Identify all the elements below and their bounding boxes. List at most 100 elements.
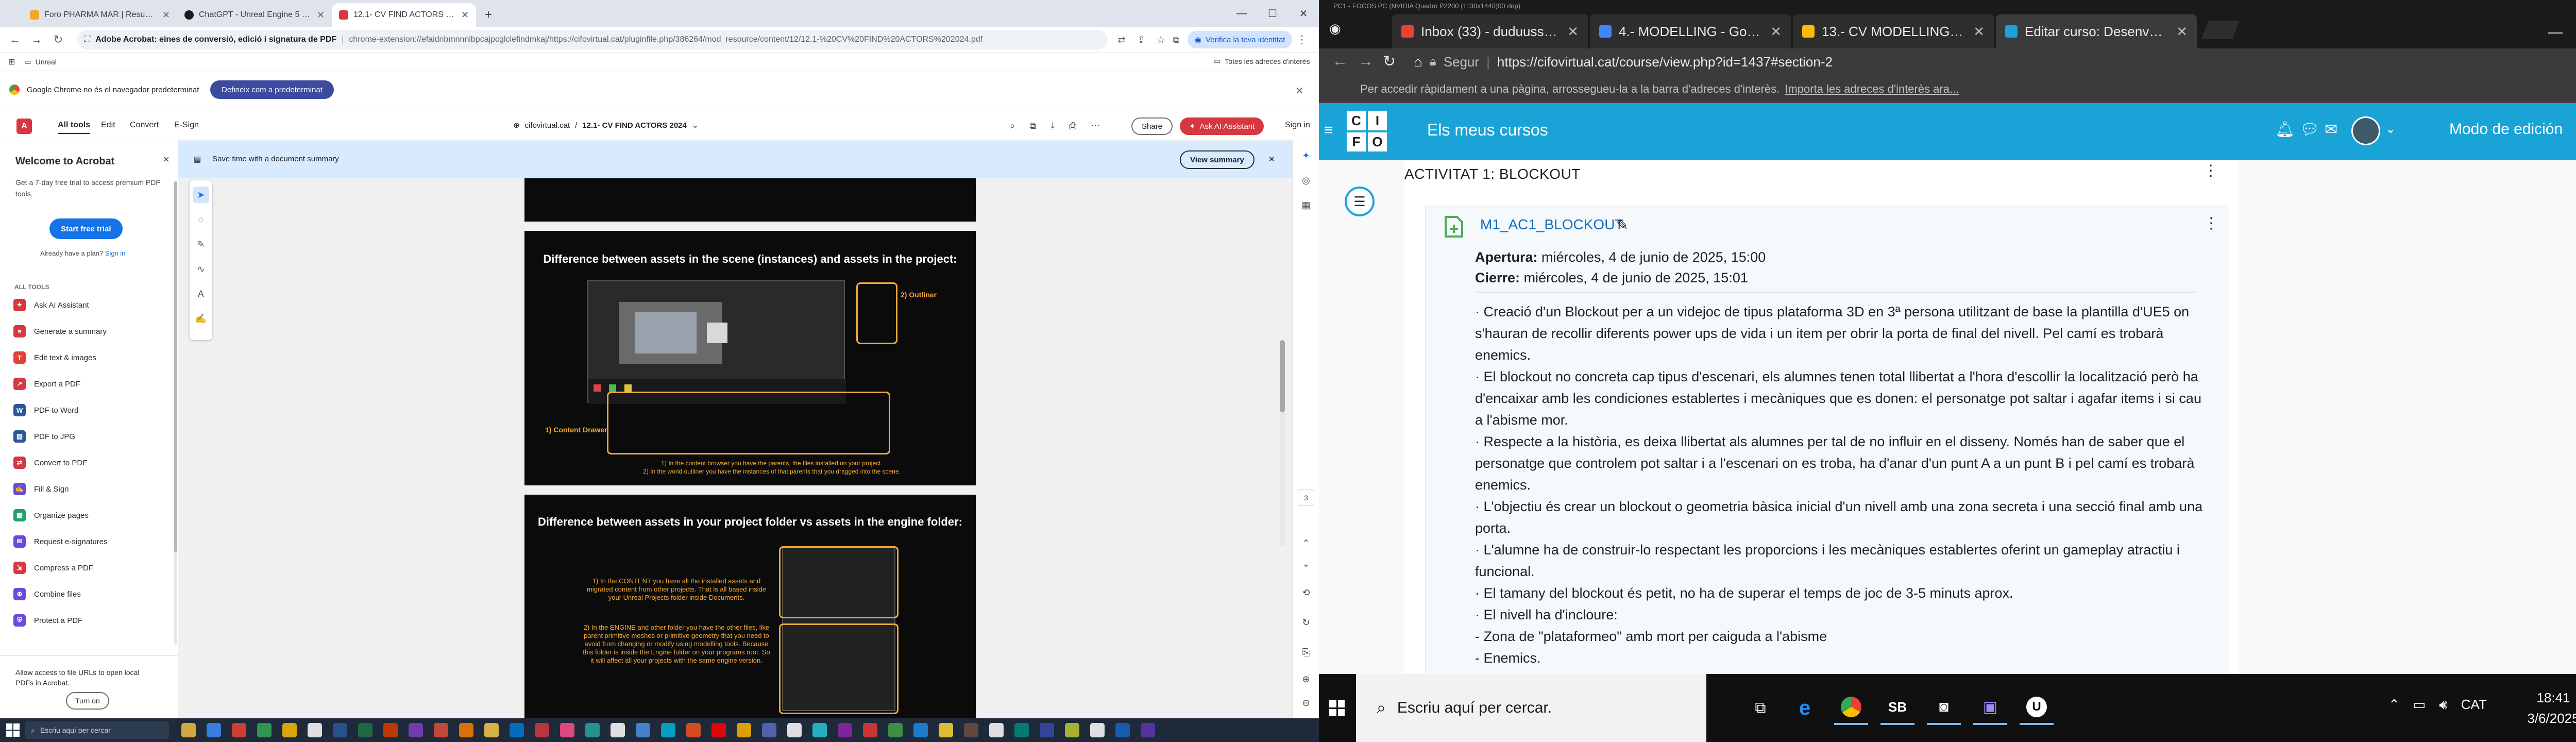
taskbar-app-icon[interactable] — [181, 723, 196, 737]
taskbar-app-icon[interactable] — [686, 723, 701, 737]
site-info-icon[interactable]: ⛶ — [84, 35, 90, 44]
document-name[interactable]: 12.1- CV FIND ACTORS 2024 — [582, 121, 687, 130]
taskbar-app-icon[interactable] — [888, 723, 903, 737]
search-icon[interactable]: ⌕ — [1010, 121, 1015, 131]
text-box-icon[interactable]: Ａ — [193, 285, 209, 302]
close-tab-icon[interactable]: ✕ — [2176, 24, 2188, 40]
taskbar-app-icon[interactable] — [257, 723, 272, 737]
taskbar-app-icon[interactable] — [863, 723, 877, 737]
my-courses-link[interactable]: Els meus cursos — [1427, 121, 1548, 140]
browser-tab[interactable]: Foro PHARMA MAR | Resumen foro ✕ — [23, 3, 177, 27]
volume-icon[interactable]: 🔊︎ — [2439, 697, 2447, 713]
taskbar-app-icon[interactable] — [787, 723, 802, 737]
reload-icon[interactable]: ↻ — [49, 31, 67, 48]
maximize-window-icon[interactable]: ❐ — [2571, 22, 2576, 42]
sign-in-link[interactable]: Sign in — [1285, 121, 1310, 130]
tool-item[interactable]: ✦ Ask AI Assistant — [13, 295, 89, 315]
taskbar-search[interactable]: ⌕ Escriu aquí per cercar. — [1356, 674, 1706, 742]
bookmark-star-icon[interactable]: ☆ — [1152, 31, 1170, 48]
zoom-out-icon[interactable]: ⊖ — [1298, 695, 1314, 711]
mail-icon[interactable]: ✉ — [2325, 121, 2337, 139]
taskbar-app-icon[interactable] — [510, 723, 524, 737]
menu-kebab-icon[interactable]: ⋮ — [1293, 31, 1311, 48]
user-avatar[interactable] — [2351, 116, 2380, 145]
taskbar-app-icon[interactable] — [1040, 723, 1054, 737]
tool-item[interactable]: ▦ Organize pages — [13, 505, 89, 526]
taskbar-app-icon[interactable] — [711, 723, 726, 737]
taskbar-app-icon[interactable] — [535, 723, 549, 737]
taskbar-app-icon[interactable] — [232, 723, 246, 737]
turn-on-button[interactable]: Turn on — [66, 692, 109, 710]
clock[interactable]: 18:41 3/6/2025 — [2522, 687, 2576, 729]
select-cursor-icon[interactable]: ➤ — [193, 187, 209, 203]
taskbar-app-icon[interactable] — [1065, 723, 1079, 737]
rotate-icon[interactable]: ⟲ — [1298, 584, 1314, 601]
tool-item[interactable]: ⇲ Compress a PDF — [13, 558, 93, 578]
taskbar-app-icon[interactable] — [459, 723, 473, 737]
minimize-window-icon[interactable]: — — [2540, 22, 2571, 42]
activity-name-link[interactable]: M1_AC1_BLOCKOUT — [1480, 216, 1624, 233]
highlight-pen-icon[interactable]: ✎ — [193, 236, 209, 252]
verify-identity-button[interactable]: ◉ Verifica la teva identitat — [1188, 31, 1293, 48]
home-icon[interactable]: ⌂ — [1414, 54, 1422, 70]
unreal-engine-icon[interactable]: U — [2020, 691, 2054, 725]
taskbar-search[interactable]: ⌕ Escriu aquí per cercar — [25, 721, 169, 739]
chevron-down-icon[interactable]: ⌄ — [2385, 122, 2396, 137]
browser-tab[interactable]: ChatGPT - Unreal Engine 5 Expert ✕ — [177, 3, 332, 27]
network-icon[interactable]: ▭ — [2413, 697, 2426, 713]
save-icon[interactable]: ⎘ — [1298, 644, 1314, 661]
chevron-up-icon[interactable]: ⌃ — [2388, 697, 2400, 713]
taskbar-app-icon[interactable] — [762, 723, 776, 737]
translate-icon[interactable]: ⇄ — [1113, 31, 1130, 48]
language-indicator[interactable]: CAT — [2461, 697, 2487, 713]
camera-app-icon[interactable]: ◙ — [1927, 691, 1961, 725]
forward-icon[interactable]: → — [1358, 53, 1374, 70]
drawer-icon[interactable]: ≡ — [1324, 122, 1333, 139]
taskbar-app-icon[interactable] — [939, 723, 953, 737]
taskbar-app-icon[interactable] — [636, 723, 650, 737]
course-index-toggle-icon[interactable]: ☰ — [1345, 187, 1375, 216]
close-tab-icon[interactable]: ✕ — [1567, 24, 1579, 40]
extensions-icon[interactable]: ⧉ — [1167, 31, 1185, 48]
more-options-icon[interactable]: ⋯ — [1091, 121, 1100, 131]
taskbar-app-icon[interactable] — [611, 723, 625, 737]
close-banner-icon[interactable]: ✕ — [1268, 155, 1275, 164]
page-down-icon[interactable]: ⌄ — [1298, 555, 1314, 572]
taskbar-app-icon[interactable] — [1141, 723, 1155, 737]
taskbar-app-icon[interactable] — [434, 723, 448, 737]
taskbar-app-icon[interactable] — [282, 723, 297, 737]
browser-tab[interactable]: Inbox (33) - duduusstar@... ✕ — [1392, 14, 1588, 48]
address-bar[interactable]: ⛶ Adobe Acrobat: eines de conversió, edi… — [77, 30, 1108, 49]
taskbar-app-icon[interactable] — [560, 723, 574, 737]
page-view-icon[interactable]: ⧉ — [1029, 121, 1036, 131]
remote-app-icon[interactable]: ▣ — [1973, 691, 2007, 725]
chevron-down-icon[interactable]: ⌄ — [692, 121, 699, 130]
tab-all-tools[interactable]: All tools — [58, 121, 91, 134]
browser-tab[interactable]: 13.- CV MODELLING 202... ✕ — [1793, 14, 1994, 48]
taskbar-app-icon[interactable] — [585, 723, 600, 737]
new-tab-button[interactable] — [2201, 21, 2240, 39]
taskbar-app-icon[interactable] — [207, 723, 221, 737]
tab-convert[interactable]: Convert — [130, 121, 159, 130]
close-window-icon[interactable]: ✕ — [1288, 0, 1319, 27]
tool-item[interactable]: ⇄ Convert to PDF — [13, 452, 87, 473]
back-icon[interactable]: ← — [6, 31, 24, 48]
task-view-icon[interactable]: ⧉ — [1743, 691, 1777, 725]
taskbar-app-icon[interactable] — [1014, 723, 1029, 737]
browser-tab-active[interactable]: Editar curso: Desenvolup... ✕ — [1996, 14, 2197, 48]
tool-item[interactable]: W PDF to Word — [13, 400, 78, 420]
signature-icon[interactable]: ✍ — [193, 310, 209, 327]
all-bookmarks-folder[interactable]: ▭ Totes les adreces d'interès — [1214, 57, 1310, 65]
browser-tab[interactable]: 4.- MODELLING - Google... ✕ — [1590, 14, 1791, 48]
sign-in-link[interactable]: Sign in — [105, 249, 126, 257]
taskbar-app-icon[interactable] — [1090, 723, 1105, 737]
draw-icon[interactable]: ∿ — [193, 261, 209, 277]
chrome-icon[interactable] — [1834, 691, 1868, 725]
address-bar[interactable]: ⌂ 🔒︎ Segur | https://cifovirtual.cat/cou… — [1408, 52, 2572, 72]
minimize-window-icon[interactable]: — — [1226, 0, 1257, 27]
chrome-profile-icon[interactable]: ◉ — [1329, 21, 1348, 39]
activity-menu-icon[interactable]: ⋮ — [2204, 214, 2219, 232]
close-infobar-icon[interactable]: ✕ — [1295, 85, 1304, 97]
taskbar-app-icon[interactable] — [358, 723, 372, 737]
taskbar-app-icon[interactable] — [913, 723, 928, 737]
